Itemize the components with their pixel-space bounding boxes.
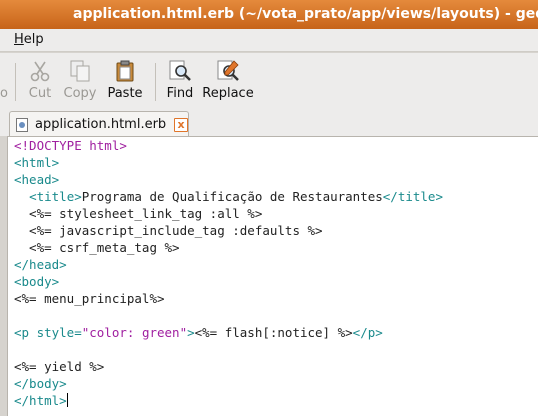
- toolbar: o Cut Copy Paste Find Replace: [0, 53, 538, 110]
- code-line: <%= csrf_meta_tag %>: [14, 239, 443, 256]
- scissors-icon: [30, 61, 50, 82]
- code-line: </body>: [14, 375, 443, 392]
- code-line: </head>: [14, 256, 443, 273]
- replace-button-label: Replace: [202, 86, 254, 101]
- menu-help[interactable]: Help: [14, 32, 44, 47]
- code-line: <html>: [14, 154, 443, 171]
- code-token: <html>: [14, 155, 60, 170]
- toolbar-separator: [15, 63, 16, 101]
- code-line: <%= javascript_include_tag :defaults %>: [14, 222, 443, 239]
- cut-button[interactable]: Cut: [27, 59, 53, 101]
- code-line: <title>Programa de Qualificação de Resta…: [14, 188, 443, 205]
- toolbar-separator: [155, 63, 156, 101]
- code-token: </p>: [352, 325, 383, 340]
- code-token: <title>: [29, 189, 82, 204]
- code-token: <%= menu_principal%>: [14, 291, 165, 306]
- window-title: application.html.erb (~/vota_prato/app/v…: [73, 6, 538, 22]
- find-button-label: Find: [166, 86, 194, 101]
- menu-bar: Help: [0, 29, 538, 52]
- code-line: <!DOCTYPE html>: [14, 137, 443, 154]
- code-token: </body>: [14, 376, 67, 391]
- code-token: <body>: [14, 274, 60, 289]
- replace-icon: [217, 60, 239, 81]
- code-token: <%= flash[:notice] %>: [194, 325, 353, 340]
- code-token: <%= stylesheet_link_tag :all %>: [14, 206, 263, 221]
- toolbar-cut-off-label: o: [0, 86, 8, 101]
- code-line: <%= stylesheet_link_tag :all %>: [14, 205, 443, 222]
- code-token: <%= yield %>: [14, 359, 105, 374]
- window-title-bar[interactable]: application.html.erb (~/vota_prato/app/v…: [0, 0, 538, 29]
- code-token: style=: [36, 325, 82, 340]
- code-line: <body>: [14, 273, 443, 290]
- code-token: <%= javascript_include_tag :defaults %>: [14, 223, 323, 238]
- code-token: Programa de Qualificação de Restaurantes: [81, 189, 383, 204]
- code-line: </html>: [14, 392, 443, 409]
- tab-label: application.html.erb: [35, 117, 167, 132]
- menu-help-label: elp: [23, 32, 44, 47]
- text-editor[interactable]: <!DOCTYPE html> <html> <head> <title>Progr…: [7, 136, 538, 416]
- copy-icon: [70, 60, 90, 82]
- code-content: <!DOCTYPE html> <html> <head> <title>Progr…: [14, 137, 443, 409]
- menu-help-mnemonic: H: [14, 32, 24, 47]
- find-icon: [169, 60, 191, 81]
- close-tab-icon[interactable]: x: [174, 118, 188, 132]
- code-line: <%= menu_principal%>: [14, 290, 443, 307]
- clipboard-icon: [116, 60, 134, 82]
- code-token: "color: green": [81, 325, 188, 340]
- code-token: <!DOCTYPE html>: [14, 138, 127, 153]
- find-button[interactable]: Find: [165, 59, 195, 101]
- code-token: <p: [14, 325, 37, 340]
- paste-button[interactable]: Paste: [106, 59, 144, 101]
- document-tabs: application.html.erb x: [0, 109, 538, 137]
- document-icon: [16, 118, 28, 132]
- code-line: <%= yield %>: [14, 358, 443, 375]
- code-token: >: [187, 325, 195, 340]
- code-token: <%= csrf_meta_tag %>: [14, 240, 180, 255]
- code-line: <head>: [14, 171, 443, 188]
- cut-button-label: Cut: [28, 86, 52, 101]
- tab-application-html-erb[interactable]: application.html.erb x: [9, 111, 189, 137]
- paste-button-label: Paste: [107, 86, 143, 101]
- code-token: <head>: [14, 172, 60, 187]
- code-line: <p style="color: green"><%= flash[:notic…: [14, 324, 443, 341]
- text-cursor: [66, 393, 68, 407]
- replace-button[interactable]: Replace: [202, 59, 254, 101]
- code-token: </html>: [14, 393, 67, 408]
- copy-button[interactable]: Copy: [62, 59, 98, 101]
- copy-button-label: Copy: [63, 86, 97, 101]
- code-token: </title>: [382, 189, 443, 204]
- code-token: </head>: [14, 257, 67, 272]
